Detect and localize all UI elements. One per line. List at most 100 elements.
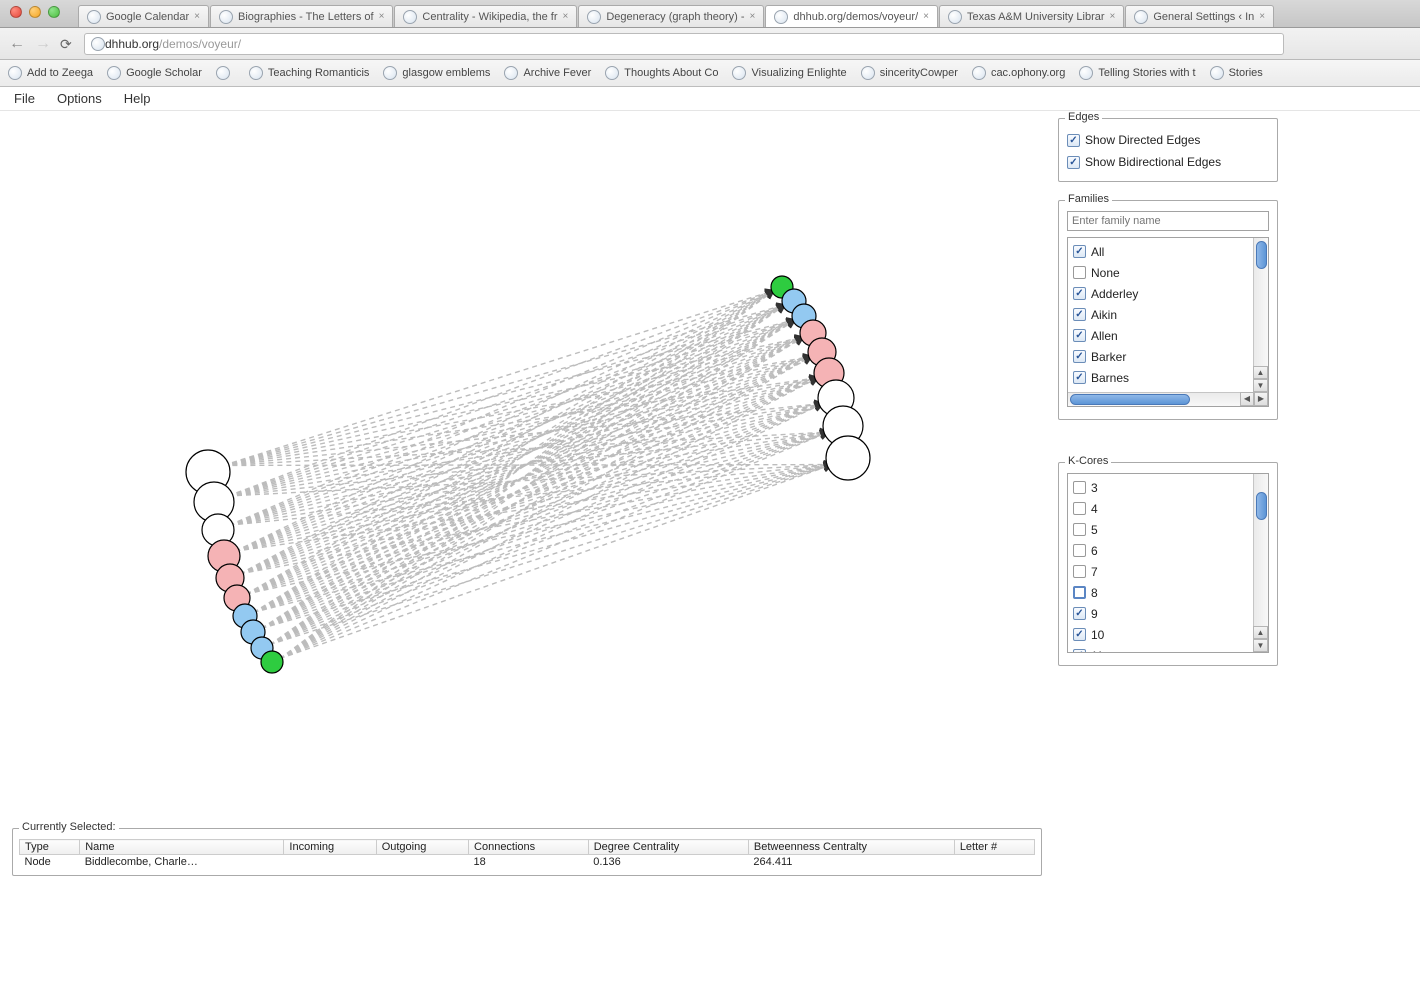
close-tab-icon[interactable]: × bbox=[563, 11, 569, 22]
kcore-item[interactable]: 7 bbox=[1073, 561, 1263, 582]
bookmark-bar: Add to Zeega Google Scholar Teaching Roman… bbox=[0, 60, 1420, 87]
scroll-down-icon[interactable]: ▼ bbox=[1253, 639, 1268, 652]
close-tab-icon[interactable]: × bbox=[750, 11, 756, 22]
minimize-window-icon[interactable] bbox=[29, 6, 41, 18]
bookmark-item[interactable]: Add to Zeega bbox=[8, 66, 93, 80]
menu-file[interactable]: File bbox=[14, 91, 35, 106]
browser-tab[interactable]: Degeneracy (graph theory) - × bbox=[578, 5, 764, 27]
kcore-item[interactable]: 8 bbox=[1073, 582, 1263, 603]
close-tab-icon[interactable]: × bbox=[1259, 11, 1265, 22]
tab-label: Degeneracy (graph theory) - bbox=[606, 11, 744, 23]
col-header[interactable]: Name bbox=[80, 840, 284, 855]
close-tab-icon[interactable]: × bbox=[194, 11, 200, 22]
col-header[interactable]: Type bbox=[20, 840, 80, 855]
bookmark-icon bbox=[732, 66, 746, 80]
families-list[interactable]: AllNoneAdderleyAikinAllenBarkerBarnesBed… bbox=[1067, 237, 1269, 407]
bookmark-item[interactable]: glasgow emblems bbox=[383, 66, 490, 80]
family-item[interactable]: Barnes bbox=[1073, 367, 1263, 388]
bookmark-item[interactable]: Stories bbox=[1210, 66, 1263, 80]
scrollbar-horizontal[interactable] bbox=[1068, 392, 1268, 406]
bookmark-item[interactable]: Telling Stories with t bbox=[1079, 66, 1195, 80]
back-icon[interactable]: ← bbox=[8, 35, 26, 53]
family-name-input[interactable] bbox=[1067, 211, 1269, 231]
bookmark-label: Add to Zeega bbox=[27, 67, 93, 79]
menu-help[interactable]: Help bbox=[124, 91, 151, 106]
family-item[interactable]: None bbox=[1073, 262, 1263, 283]
chk-directed-edges[interactable]: Show Directed Edges bbox=[1067, 129, 1269, 151]
scroll-thumb[interactable] bbox=[1256, 492, 1267, 520]
bookmark-label: Archive Fever bbox=[523, 67, 591, 79]
bookmark-item[interactable]: Thoughts About Co bbox=[605, 66, 718, 80]
kcore-label: 8 bbox=[1091, 586, 1098, 600]
browser-tab[interactable]: Texas A&M University Librar× bbox=[939, 5, 1124, 27]
family-label: Allen bbox=[1091, 329, 1118, 343]
url-input[interactable]: dhhub.org/demos/voyeur/ bbox=[84, 33, 1284, 55]
graph-node[interactable] bbox=[261, 651, 283, 673]
scroll-thumb[interactable] bbox=[1070, 394, 1190, 405]
bookmark-icon bbox=[383, 66, 397, 80]
family-label: Adderley bbox=[1091, 287, 1138, 301]
scroll-down-icon[interactable]: ▼ bbox=[1253, 379, 1268, 392]
browser-tab[interactable]: dhhub.org/demos/voyeur/× bbox=[765, 5, 938, 27]
col-header[interactable]: Betweenness Centralty bbox=[748, 840, 954, 855]
scroll-thumb[interactable] bbox=[1256, 241, 1267, 269]
scroll-left-icon[interactable]: ◀ bbox=[1240, 392, 1254, 406]
graph-node[interactable] bbox=[826, 436, 870, 480]
browser-tab[interactable]: Centrality - Wikipedia, the fr× bbox=[394, 5, 577, 27]
favicon-icon bbox=[87, 10, 101, 24]
menu-options[interactable]: Options bbox=[57, 91, 102, 106]
bookmark-label: Teaching Romanticis bbox=[268, 67, 370, 79]
col-header[interactable]: Outgoing bbox=[376, 840, 468, 855]
col-header[interactable]: Degree Centrality bbox=[588, 840, 748, 855]
bookmark-item[interactable]: cac.ophony.org bbox=[972, 66, 1065, 80]
families-panel-title: Families bbox=[1065, 193, 1112, 205]
bookmark-item[interactable] bbox=[216, 66, 235, 80]
bookmark-item[interactable]: Archive Fever bbox=[504, 66, 591, 80]
col-header[interactable]: Connections bbox=[469, 840, 589, 855]
bookmark-icon bbox=[504, 66, 518, 80]
forward-icon[interactable]: → bbox=[34, 35, 52, 53]
browser-tab[interactable]: General Settings ‹ In× bbox=[1125, 5, 1274, 27]
scrollbar-vertical[interactable] bbox=[1253, 474, 1268, 638]
url-path: /demos/voyeur/ bbox=[159, 37, 241, 51]
scroll-up-icon[interactable]: ▲ bbox=[1253, 626, 1268, 639]
family-label: All bbox=[1091, 245, 1104, 259]
bookmark-item[interactable]: sincerityCowper bbox=[861, 66, 958, 80]
scroll-right-icon[interactable]: ▶ bbox=[1254, 392, 1268, 406]
bookmark-item[interactable]: Visualizing Enlighte bbox=[732, 66, 846, 80]
chk-bidirectional-edges[interactable]: Show Bidirectional Edges bbox=[1067, 151, 1269, 173]
kcore-label: 11 bbox=[1091, 649, 1103, 654]
url-host: dhhub.org bbox=[105, 37, 159, 51]
maximize-window-icon[interactable] bbox=[48, 6, 60, 18]
kcores-list[interactable]: 34 5 67 8 910 11 ▲▼ bbox=[1067, 473, 1269, 653]
col-header[interactable]: Incoming bbox=[284, 840, 376, 855]
col-header[interactable]: Letter # bbox=[954, 840, 1034, 855]
graph-canvas[interactable] bbox=[0, 111, 1055, 821]
close-window-icon[interactable] bbox=[10, 6, 22, 18]
family-item[interactable]: Allen bbox=[1073, 325, 1263, 346]
kcore-item[interactable]: 11 bbox=[1073, 645, 1263, 653]
reload-icon[interactable]: ⟳ bbox=[60, 36, 76, 52]
kcore-item[interactable]: 10 bbox=[1073, 624, 1263, 645]
browser-tab[interactable]: Biographies - The Letters of× bbox=[210, 5, 393, 27]
kcore-label: 5 bbox=[1091, 523, 1098, 537]
family-item[interactable]: Aikin bbox=[1073, 304, 1263, 325]
checkbox-icon bbox=[1067, 156, 1080, 169]
checkbox-icon bbox=[1073, 287, 1086, 300]
kcore-item[interactable]: 6 bbox=[1073, 540, 1263, 561]
family-item[interactable]: Barker bbox=[1073, 346, 1263, 367]
kcore-item[interactable]: 9 bbox=[1073, 603, 1263, 624]
close-tab-icon[interactable]: × bbox=[379, 11, 385, 22]
bookmark-item[interactable]: Teaching Romanticis bbox=[249, 66, 370, 80]
table-row[interactable]: NodeBiddlecombe, Charle…180.136264.411 bbox=[20, 855, 1035, 870]
browser-tab[interactable]: Google Calendar× bbox=[78, 5, 209, 27]
close-tab-icon[interactable]: × bbox=[1110, 11, 1116, 22]
scroll-up-icon[interactable]: ▲ bbox=[1253, 366, 1268, 379]
bookmark-item[interactable]: Google Scholar bbox=[107, 66, 202, 80]
family-item[interactable]: Adderley bbox=[1073, 283, 1263, 304]
kcore-item[interactable]: 3 bbox=[1073, 477, 1263, 498]
kcore-item[interactable]: 4 bbox=[1073, 498, 1263, 519]
kcore-item[interactable]: 5 bbox=[1073, 519, 1263, 540]
family-item[interactable]: All bbox=[1073, 241, 1263, 262]
close-tab-icon[interactable]: × bbox=[923, 11, 929, 22]
